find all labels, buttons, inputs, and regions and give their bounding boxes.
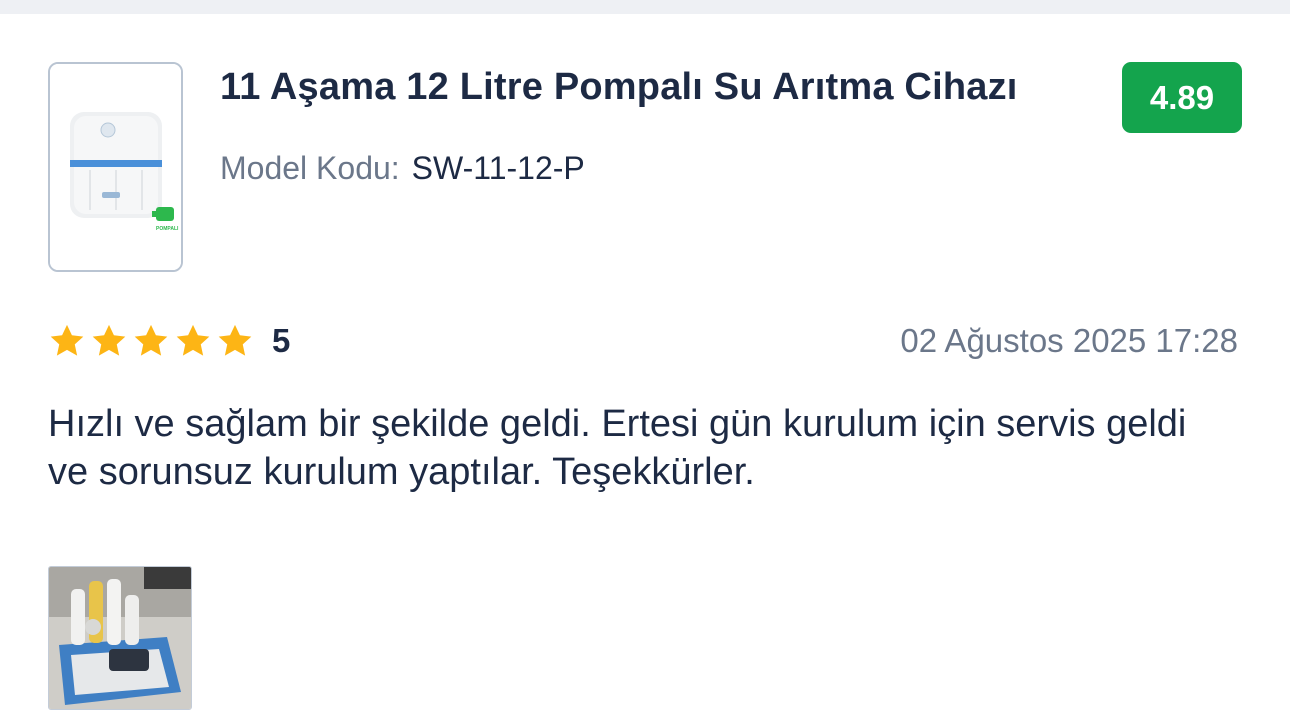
review-date: 02 Ağustos 2025 17:28: [900, 322, 1238, 359]
review-text-line: ve sorunsuz kurulum yaptılar. Teşekkürle…: [48, 451, 755, 493]
top-bar: [0, 0, 1290, 14]
pump-caption: POMPALI: [156, 226, 179, 232]
review-text: Hızlı ve sağlam bir şekilde geldi. Ertes…: [48, 400, 1248, 496]
review-card: POMPALI 11 Aşama 12 Litre Pompalı Su Arı…: [0, 14, 1290, 723]
model-code-row: Model Kodu: SW-11-12-P: [220, 148, 585, 188]
star-rating: [48, 322, 258, 360]
star-icon: [218, 324, 252, 356]
water-purifier-illustration: [50, 64, 181, 270]
model-code-value: SW-11-12-P: [411, 150, 585, 186]
star-icon: [92, 324, 126, 356]
review-text-line: Hızlı ve sağlam bir şekilde geldi. Ertes…: [48, 403, 1187, 445]
star-icon: [134, 324, 168, 356]
review-photo[interactable]: [48, 566, 192, 710]
product-image[interactable]: POMPALI: [48, 62, 183, 272]
product-title[interactable]: 11 Aşama 12 Litre Pompalı Su Arıtma Ciha…: [220, 64, 1100, 110]
customer-photo-illustration: [49, 567, 191, 709]
rating-value: 5: [272, 322, 291, 359]
model-code-label: Model Kodu:: [220, 150, 400, 186]
star-icon: [50, 324, 84, 356]
average-score-badge: 4.89: [1122, 62, 1242, 133]
rating-row: 5: [48, 320, 290, 362]
star-icon: [176, 324, 210, 356]
